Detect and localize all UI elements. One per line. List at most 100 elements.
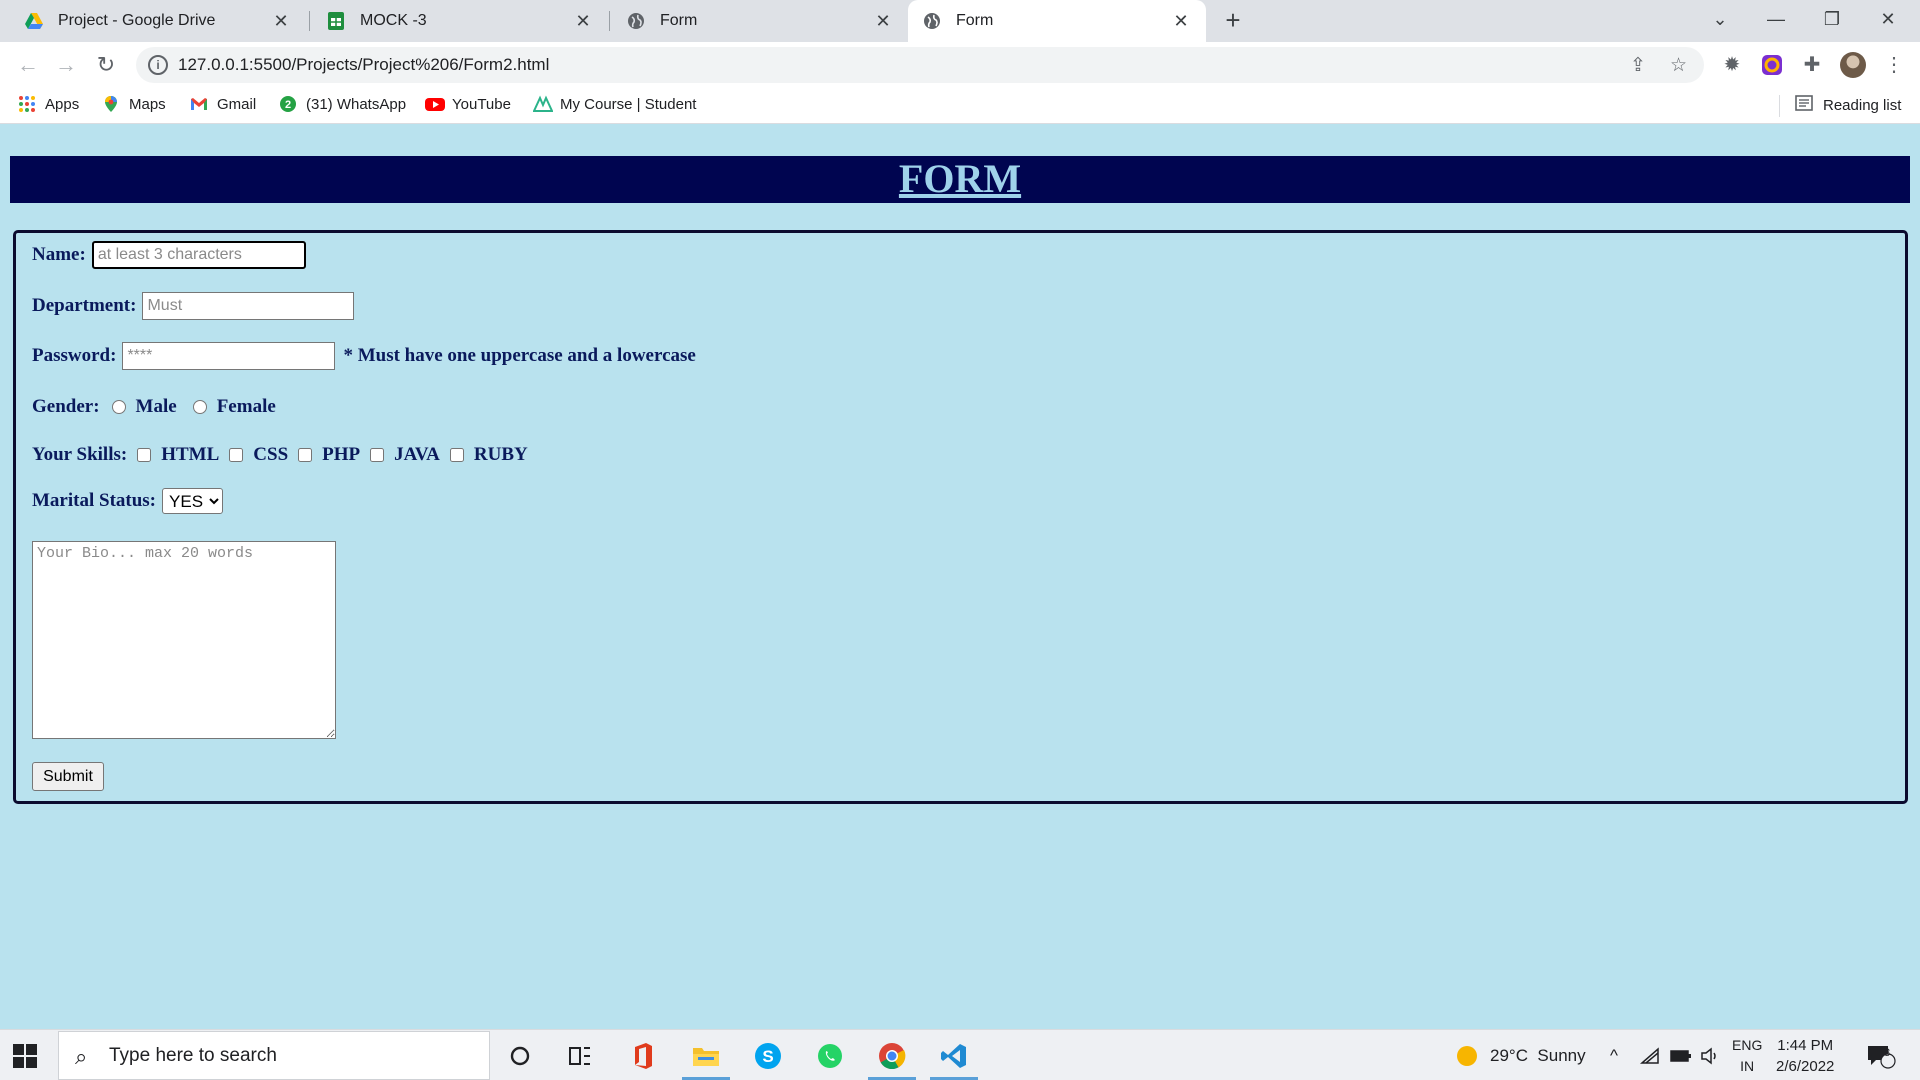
skill-html-label: HTML (161, 444, 220, 465)
close-icon[interactable]: ✕ (872, 11, 894, 32)
password-label: Password: (32, 345, 117, 366)
tab-search-icon[interactable]: ⌄ (1692, 0, 1748, 40)
marital-status-select[interactable]: YES (162, 488, 224, 514)
svg-text:2: 2 (285, 99, 291, 111)
gender-male-label: Male (135, 396, 177, 417)
bio-textarea[interactable] (32, 541, 336, 739)
close-icon[interactable]: ✕ (572, 11, 594, 32)
more-menu-icon[interactable]: ⋮ (1880, 51, 1908, 79)
skill-php-checkbox[interactable] (298, 448, 313, 462)
skill-java-checkbox[interactable] (370, 448, 385, 462)
search-icon: ⌕ (75, 1044, 88, 1069)
region-code: IN (1740, 1058, 1755, 1074)
close-icon[interactable]: ✕ (1170, 11, 1192, 32)
reading-list-label: Reading list (1823, 96, 1902, 114)
gender-male-radio[interactable] (111, 400, 126, 414)
bug-extension-icon[interactable]: ✹ (1718, 51, 1746, 79)
browser-toolbar: ← → ↻ i 127.0.0.1:5500/Projects/Project%… (0, 42, 1920, 88)
file-explorer-icon[interactable] (686, 1038, 726, 1074)
window-close-icon[interactable]: ✕ (1860, 0, 1916, 40)
sun-icon (1457, 1045, 1477, 1066)
tab-mock-3[interactable]: MOCK -3 ✕ (312, 0, 608, 42)
windows-taskbar: ⌕ Type here to search S 29°C Sunny ^ ENG… (0, 1029, 1920, 1080)
name-row: Name: (32, 241, 306, 269)
skill-ruby-label: RUBY (473, 444, 528, 465)
password-input[interactable] (122, 342, 336, 370)
registration-form: Name: Department: Password: * Must have … (13, 230, 1908, 804)
bookmark-my-course[interactable]: My Course | Student (532, 95, 696, 113)
page-content: FORM Name: Department: Password: * Must … (0, 125, 1920, 1029)
whatsapp-app-icon[interactable] (810, 1038, 850, 1074)
forward-icon[interactable]: → (50, 49, 82, 81)
tab-title: Form (956, 12, 994, 29)
skill-css-checkbox[interactable] (229, 448, 244, 462)
system-clock[interactable]: 1:44 PM 2/6/2022 (1776, 1035, 1834, 1077)
skill-ruby-checkbox[interactable] (449, 448, 464, 462)
tab-title: MOCK -3 (360, 12, 427, 29)
gender-female-radio[interactable] (192, 400, 207, 414)
bookmark-youtube[interactable]: YouTube (425, 95, 511, 113)
gender-female-label: Female (216, 396, 276, 417)
show-hidden-icons[interactable]: ^ (1610, 1030, 1618, 1080)
color-extension-icon[interactable] (1758, 51, 1786, 79)
department-input[interactable] (142, 292, 355, 320)
tab-form[interactable]: Form ✕ (612, 0, 908, 42)
profile-avatar[interactable] (1840, 52, 1866, 78)
whatsapp-icon: 2 (279, 95, 297, 113)
clock-time: 1:44 PM (1777, 1037, 1834, 1054)
site-info-icon[interactable]: i (148, 55, 168, 75)
network-icon[interactable] (1640, 1030, 1660, 1080)
chrome-icon[interactable] (872, 1038, 912, 1074)
skype-icon[interactable]: S (748, 1038, 788, 1074)
language-indicator[interactable]: ENG IN (1732, 1035, 1762, 1077)
restore-icon[interactable]: ❐ (1804, 0, 1860, 40)
close-icon[interactable]: ✕ (270, 11, 292, 32)
minimize-icon[interactable]: — (1748, 0, 1804, 40)
name-input[interactable] (91, 241, 306, 269)
apps-grid-icon (18, 95, 36, 113)
office-icon[interactable] (623, 1038, 663, 1074)
volume-icon[interactable] (1700, 1030, 1720, 1080)
weather-text: 29°C Sunny (1490, 1045, 1586, 1065)
skill-html-checkbox[interactable] (137, 448, 152, 462)
battery-icon[interactable] (1670, 1030, 1692, 1080)
bookmark-apps[interactable]: Apps (18, 95, 79, 113)
youtube-icon (425, 95, 445, 113)
globe-icon (626, 11, 646, 31)
taskbar-search-box[interactable]: ⌕ Type here to search (58, 1031, 490, 1080)
bookmark-whatsapp[interactable]: 2 (31) WhatsApp (279, 95, 406, 113)
tab-title: Form (660, 12, 698, 29)
share-icon[interactable]: ⇪ (1630, 54, 1646, 77)
tab-form-active[interactable]: Form ✕ (908, 0, 1206, 42)
extensions-puzzle-icon[interactable]: ✚ (1798, 51, 1826, 79)
windows-start-icon[interactable] (12, 1043, 38, 1069)
tab-separator (609, 11, 610, 31)
password-hint: * Must have one uppercase and a lowercas… (343, 345, 696, 366)
gmail-icon (190, 95, 208, 113)
task-view-icon[interactable] (560, 1038, 600, 1074)
form-header-bar: FORM (10, 156, 1910, 203)
bookmark-label: Gmail (217, 95, 257, 113)
bookmark-label: Maps (129, 95, 166, 113)
notifications-icon[interactable]: 3 (1866, 1030, 1896, 1080)
new-tab-icon[interactable]: + (1218, 6, 1248, 36)
reading-list[interactable]: Reading list (1779, 95, 1902, 117)
tab-strip: Project - Google Drive ✕ MOCK -3 ✕ Form … (0, 0, 1920, 42)
gender-row: Gender: Male Female (32, 393, 276, 421)
skill-php-label: PHP (322, 444, 361, 465)
gender-label: Gender: (32, 396, 100, 417)
cortana-icon[interactable] (500, 1038, 540, 1074)
bookmarks-bar: Apps Maps Gmail 2 (31) WhatsApp YouTube … (0, 88, 1920, 124)
vscode-icon[interactable] (934, 1038, 974, 1074)
bookmark-gmail[interactable]: Gmail (190, 95, 256, 113)
address-bar[interactable]: i 127.0.0.1:5500/Projects/Project%206/Fo… (136, 47, 1704, 83)
tab-google-drive[interactable]: Project - Google Drive ✕ (10, 0, 306, 42)
submit-button[interactable]: Submit (32, 762, 104, 791)
bookmark-maps[interactable]: Maps (102, 95, 166, 113)
taskbar-search-placeholder: Type here to search (109, 1045, 277, 1066)
bookmark-star-icon[interactable]: ☆ (1670, 54, 1687, 77)
marital-status-label: Marital Status: (32, 490, 157, 511)
reload-icon[interactable]: ↻ (90, 49, 122, 81)
weather-widget[interactable]: 29°C Sunny (1456, 1030, 1586, 1080)
back-icon[interactable]: ← (12, 49, 44, 81)
